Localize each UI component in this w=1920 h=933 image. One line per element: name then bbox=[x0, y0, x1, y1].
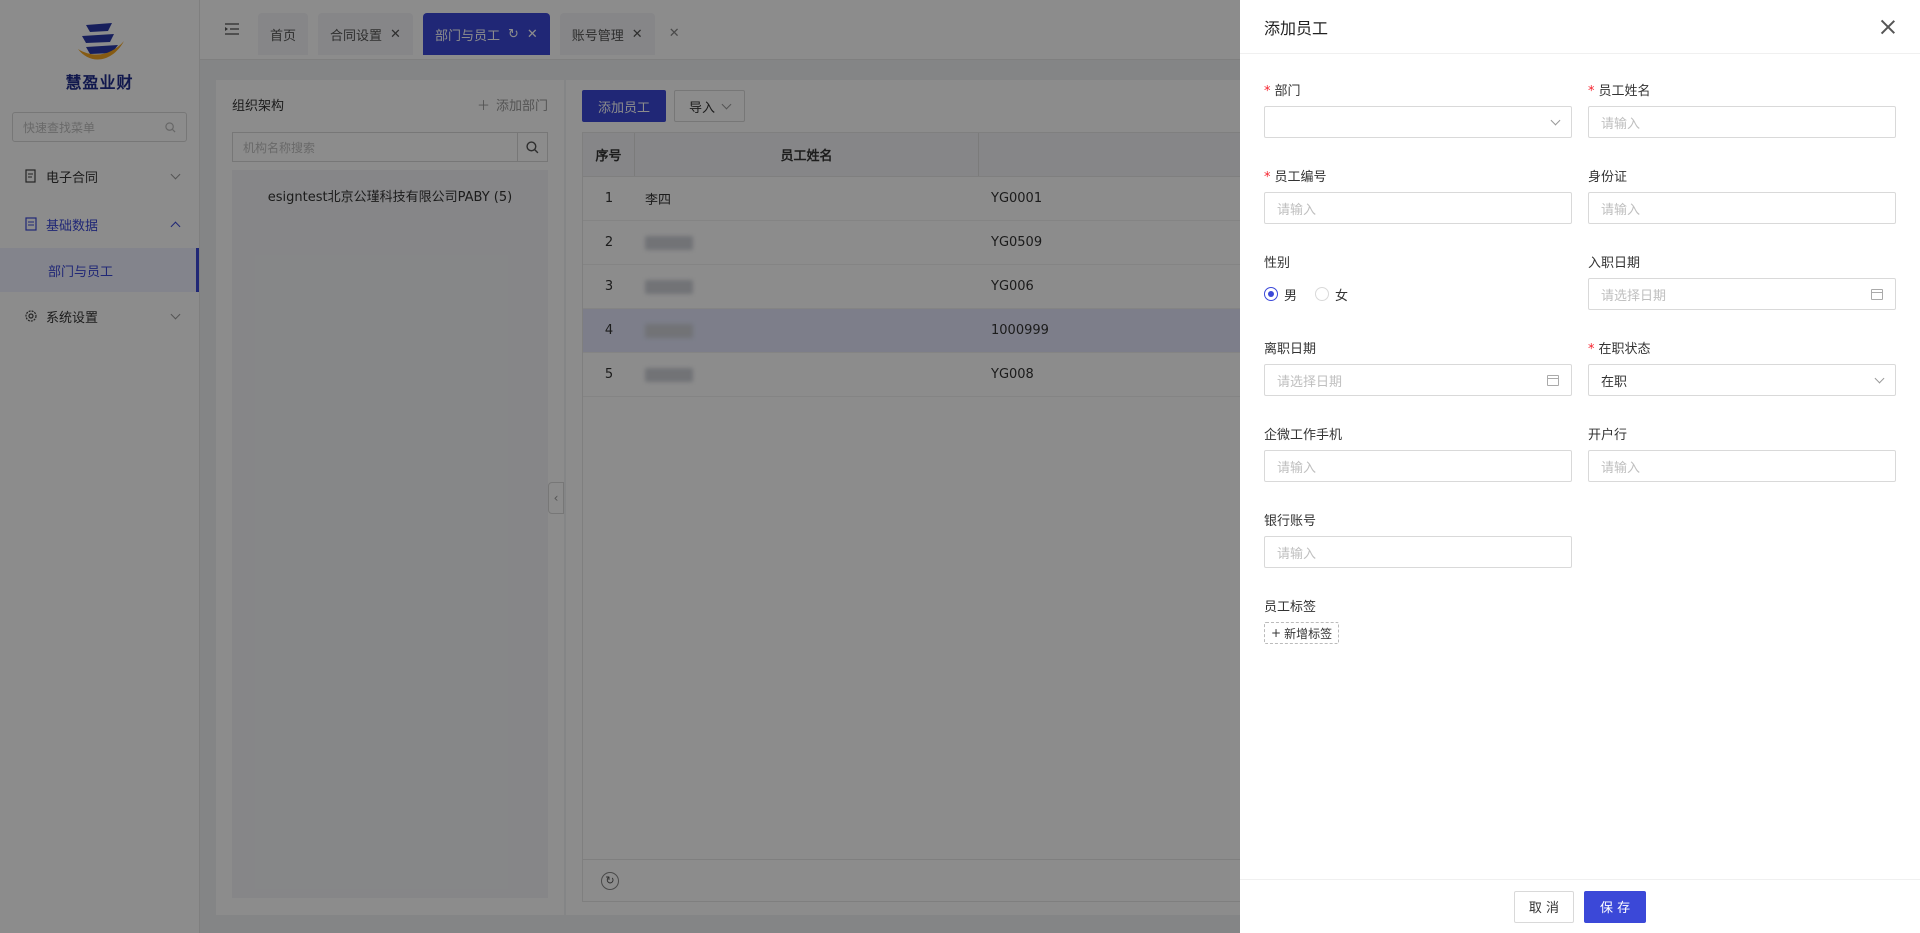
field-label: 员工编号 bbox=[1274, 170, 1327, 185]
field-label: 企微工作手机 bbox=[1264, 428, 1343, 443]
leave-date-picker[interactable]: 请选择日期 bbox=[1264, 364, 1572, 396]
radio-unchecked-icon bbox=[1315, 287, 1330, 301]
field-label: 银行账号 bbox=[1264, 514, 1317, 529]
date-placeholder: 请选择日期 bbox=[1277, 374, 1343, 390]
add-employee-drawer: 添加员工 * 部门 * 员工姓名 请输入 * 员工编号 请输入 身份证 请输入 性别 … bbox=[1240, 0, 1920, 933]
field-label: 员工姓名 bbox=[1598, 84, 1651, 99]
chevron-down-icon bbox=[1874, 373, 1885, 383]
close-icon[interactable] bbox=[1880, 19, 1896, 35]
field-label: 身份证 bbox=[1588, 170, 1628, 185]
field-label: 离职日期 bbox=[1264, 342, 1317, 357]
department-select[interactable] bbox=[1264, 106, 1572, 138]
drawer-title: 添加员工 bbox=[1264, 18, 1329, 38]
employment-status-select[interactable]: 在职 bbox=[1588, 364, 1896, 396]
status-value: 在职 bbox=[1601, 374, 1628, 390]
radio-label: 女 bbox=[1335, 288, 1349, 304]
field-label: 部门 bbox=[1274, 84, 1301, 99]
plus-icon: + bbox=[1271, 626, 1282, 640]
field-employment-status: * 在职状态 在职 bbox=[1588, 338, 1896, 396]
employee-code-input[interactable]: 请输入 bbox=[1264, 192, 1572, 224]
hire-date-picker[interactable]: 请选择日期 bbox=[1588, 278, 1896, 310]
radio-label: 男 bbox=[1284, 288, 1298, 304]
field-id-card: 身份证 请输入 bbox=[1588, 166, 1896, 224]
field-bank: 开户行 请输入 bbox=[1588, 424, 1896, 482]
id-card-input[interactable]: 请输入 bbox=[1588, 192, 1896, 224]
field-label: 开户行 bbox=[1588, 428, 1628, 443]
calendar-icon bbox=[1871, 288, 1883, 300]
field-label: 性别 bbox=[1264, 256, 1291, 271]
required-mark: * bbox=[1264, 84, 1271, 99]
required-mark: * bbox=[1588, 84, 1595, 99]
gender-radio-female[interactable]: 女 bbox=[1315, 285, 1348, 304]
field-label: 员工标签 bbox=[1264, 600, 1317, 615]
gender-radio-male[interactable]: 男 bbox=[1264, 285, 1297, 304]
employee-name-input[interactable]: 请输入 bbox=[1588, 106, 1896, 138]
bank-account-input[interactable]: 请输入 bbox=[1264, 536, 1572, 568]
bank-input[interactable]: 请输入 bbox=[1588, 450, 1896, 482]
field-work-phone: 企微工作手机 请输入 bbox=[1264, 424, 1572, 482]
cancel-button[interactable]: 取 消 bbox=[1513, 890, 1574, 923]
field-hire-date: 入职日期 请选择日期 bbox=[1588, 252, 1896, 310]
save-button[interactable]: 保 存 bbox=[1584, 890, 1647, 923]
add-tag-button[interactable]: + 新增标签 bbox=[1264, 622, 1340, 644]
work-phone-input[interactable]: 请输入 bbox=[1264, 450, 1572, 482]
calendar-icon bbox=[1547, 374, 1559, 386]
employee-form: * 部门 * 员工姓名 请输入 * 员工编号 请输入 身份证 请输入 性别 男 女 入… bbox=[1240, 54, 1920, 644]
gender-radio-group: 男 女 bbox=[1264, 278, 1572, 310]
field-label: 在职状态 bbox=[1598, 342, 1651, 357]
add-tag-label: 新增标签 bbox=[1284, 626, 1333, 641]
field-employee-tags: 员工标签 + 新增标签 bbox=[1264, 596, 1572, 644]
field-employee-code: * 员工编号 请输入 bbox=[1264, 166, 1572, 224]
date-placeholder: 请选择日期 bbox=[1601, 288, 1667, 304]
radio-checked-icon bbox=[1264, 287, 1278, 301]
field-bank-account: 银行账号 请输入 bbox=[1264, 510, 1572, 568]
required-mark: * bbox=[1264, 170, 1271, 185]
field-leave-date: 离职日期 请选择日期 bbox=[1264, 338, 1572, 396]
required-mark: * bbox=[1588, 342, 1595, 357]
drawer-footer: 取 消 保 存 bbox=[1240, 879, 1920, 933]
chevron-down-icon bbox=[1550, 115, 1561, 125]
field-gender: 性别 男 女 bbox=[1264, 252, 1572, 310]
field-label: 入职日期 bbox=[1588, 256, 1641, 271]
field-employee-name: * 员工姓名 请输入 bbox=[1588, 80, 1896, 138]
field-department: * 部门 bbox=[1264, 80, 1572, 138]
